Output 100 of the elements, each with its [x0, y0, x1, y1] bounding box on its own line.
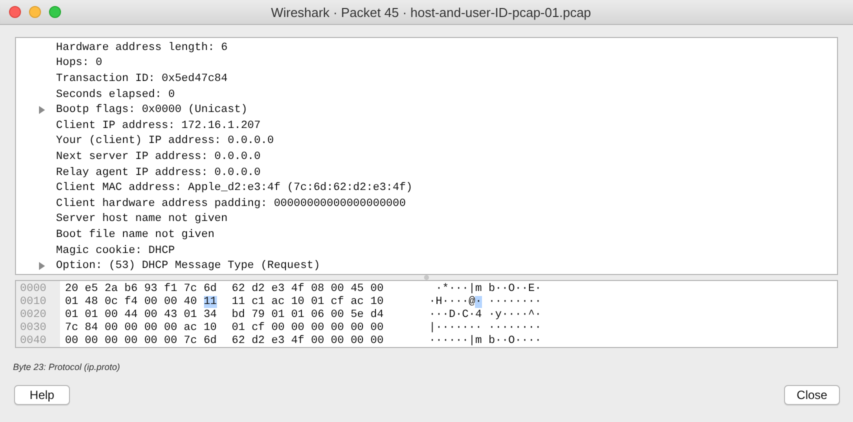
ascii-char[interactable]: · [448, 334, 456, 347]
tree-item[interactable]: Hops: 0 [56, 57, 102, 70]
hex-byte[interactable]: 7c [184, 283, 197, 296]
ascii-char[interactable]: · [495, 296, 502, 308]
hex-byte[interactable]: 6d [204, 334, 217, 347]
hex-byte[interactable]: 00 [350, 322, 364, 334]
ascii-char[interactable]: b [488, 283, 496, 296]
tree-item[interactable]: Transaction ID: 0x5ed47c84 [56, 72, 228, 85]
zoom-window-icon[interactable] [49, 6, 61, 18]
ascii-char[interactable]: ^ [528, 308, 535, 321]
hex-byte[interactable]: d2 [252, 334, 265, 347]
ascii-char[interactable]: · [455, 283, 462, 296]
ascii-char[interactable]: * [442, 283, 449, 296]
tree-item[interactable]: Your (client) IP address: 0.0.0.0 [56, 135, 274, 148]
hex-byte[interactable]: 00 [144, 322, 158, 334]
ascii-char[interactable]: | [468, 334, 476, 347]
ascii-char[interactable]: · [522, 334, 528, 347]
hex-byte[interactable]: 11 [232, 296, 245, 308]
ascii-char[interactable]: · [455, 334, 462, 347]
expand-triangle-icon[interactable] [38, 262, 46, 270]
hex-byte[interactable]: 79 [252, 308, 265, 321]
tree-item[interactable]: Client IP address: 172.16.1.207 [56, 120, 261, 132]
hex-byte[interactable]: b6 [124, 283, 138, 296]
ascii-char[interactable]: · [522, 296, 528, 308]
hex-byte[interactable]: 00 [350, 334, 364, 347]
hex-byte[interactable]: 00 [104, 334, 118, 347]
close-button[interactable]: Close [784, 385, 840, 405]
hex-byte[interactable]: 00 [104, 322, 118, 334]
ascii-char[interactable]: · [514, 334, 522, 347]
ascii-char[interactable]: · [508, 308, 515, 321]
hex-byte[interactable]: 0c [104, 296, 118, 308]
hex-byte[interactable]: cf [330, 296, 344, 308]
ascii-char[interactable]: · [514, 283, 522, 296]
hex-byte[interactable]: 00 [330, 283, 344, 296]
hex-byte[interactable]: 00 [370, 322, 384, 334]
ascii-char[interactable]: · [488, 322, 496, 334]
hex-byte[interactable]: 4f [291, 283, 304, 296]
ascii-char[interactable]: · [502, 283, 508, 296]
ascii-char[interactable]: · [448, 283, 456, 296]
ascii-char[interactable]: · [534, 283, 542, 296]
hex-byte[interactable]: 00 [330, 322, 344, 334]
ascii-char[interactable]: | [468, 283, 476, 296]
hex-byte[interactable]: 11 [204, 296, 217, 308]
tree-item[interactable]: Client hardware address padding: 00000000000000000000 [56, 198, 406, 210]
ascii-char[interactable]: m [475, 283, 482, 296]
hex-byte[interactable]: 10 [204, 322, 217, 334]
ascii-char[interactable]: · [502, 296, 508, 308]
ascii-char[interactable]: · [514, 296, 522, 308]
ascii-char[interactable]: m [475, 334, 482, 347]
ascii-char[interactable]: · [455, 296, 462, 308]
hex-byte[interactable]: 01 [65, 308, 78, 321]
ascii-char[interactable]: · [448, 322, 456, 334]
tree-item[interactable]: Seconds elapsed: 0 [56, 88, 175, 101]
hex-byte[interactable]: 40 [184, 296, 197, 308]
hex-byte[interactable]: 00 [104, 308, 118, 321]
ascii-char[interactable]: · [448, 296, 456, 308]
ascii-char[interactable]: O [508, 334, 515, 347]
ascii-char[interactable]: · [528, 322, 535, 334]
ascii-char[interactable]: · [436, 308, 442, 321]
hex-byte[interactable]: 5e [350, 308, 364, 321]
tree-item[interactable]: Client MAC address: Apple_d2:e3:4f (7c:6d:62:d2:e3:4f) [56, 182, 412, 194]
ascii-char[interactable]: · [429, 334, 436, 347]
hex-byte[interactable]: cf [252, 322, 265, 334]
hex-byte[interactable]: 01 [310, 296, 324, 308]
hex-byte[interactable]: 00 [144, 308, 158, 321]
tree-item[interactable]: Option: (53) DHCP Message Type (Request) [56, 260, 320, 272]
hex-byte[interactable]: bd [232, 308, 245, 321]
tree-item[interactable]: Bootp flags: 0x0000 (Unicast) [56, 104, 248, 116]
hex-byte[interactable]: 00 [144, 296, 158, 308]
ascii-char[interactable]: · [468, 322, 476, 334]
ascii-char[interactable]: · [514, 322, 522, 334]
hex-byte[interactable]: 00 [330, 334, 344, 347]
ascii-char[interactable]: @ [468, 296, 476, 308]
hex-byte[interactable]: 34 [204, 308, 217, 321]
hex-byte[interactable]: 00 [330, 308, 344, 321]
ascii-char[interactable]: · [508, 322, 515, 334]
hex-byte[interactable]: 43 [164, 308, 178, 321]
hex-byte[interactable]: e3 [271, 283, 285, 296]
ascii-char[interactable]: · [522, 283, 528, 296]
hex-byte[interactable]: 00 [164, 334, 178, 347]
ascii-char[interactable]: · [534, 296, 542, 308]
hex-byte[interactable]: f4 [124, 296, 138, 308]
close-window-icon[interactable] [9, 6, 21, 18]
ascii-char[interactable]: · [442, 296, 449, 308]
ascii-char[interactable]: · [455, 308, 462, 321]
splitter-handle[interactable] [424, 275, 429, 280]
ascii-char[interactable]: · [475, 296, 482, 308]
ascii-char[interactable]: · [462, 334, 469, 347]
ascii-char[interactable]: · [534, 308, 542, 321]
ascii-char[interactable]: · [442, 308, 449, 321]
hex-byte[interactable]: 00 [164, 296, 178, 308]
hex-byte[interactable]: 2a [104, 283, 118, 296]
hex-byte[interactable]: 00 [144, 334, 158, 347]
ascii-char[interactable]: E [528, 283, 535, 296]
hex-byte[interactable]: 00 [84, 334, 98, 347]
hex-byte[interactable]: 84 [84, 322, 98, 334]
ascii-char[interactable]: · [436, 322, 442, 334]
hex-byte[interactable]: f1 [164, 283, 178, 296]
ascii-char[interactable]: b [488, 334, 496, 347]
hex-byte[interactable]: 93 [144, 283, 158, 296]
